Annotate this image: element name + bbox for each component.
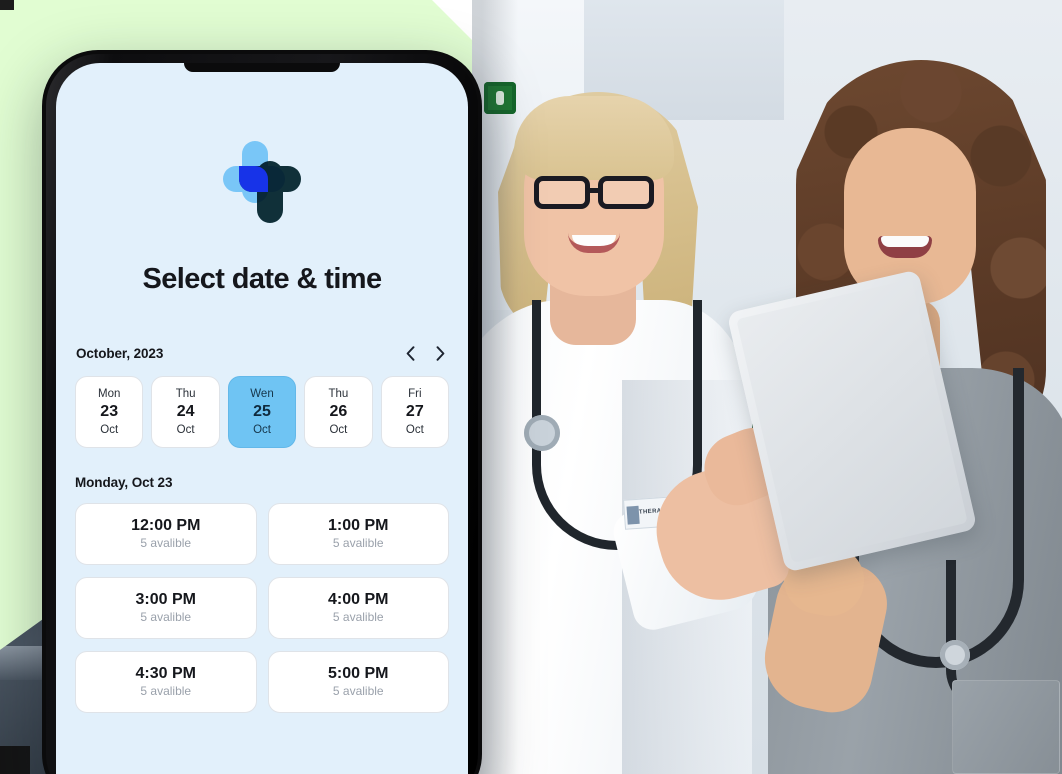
badge-photo — [626, 505, 640, 525]
date-card-weekday: Fri — [408, 388, 422, 401]
logo-container — [75, 141, 449, 223]
date-card-month: Oct — [329, 423, 348, 436]
date-card-month: Oct — [176, 423, 195, 436]
calendar-header: October, 2023 — [75, 344, 449, 362]
doctor-hair-front — [514, 96, 674, 180]
time-slot-availability: 5 avalible — [140, 684, 192, 699]
date-card-month: Oct — [100, 423, 119, 436]
time-slot-availability: 5 avalible — [332, 684, 384, 699]
time-slot-availability: 5 avalible — [332, 610, 384, 625]
date-card-weekday: Thu — [175, 388, 196, 401]
calendar-navigation — [402, 344, 448, 362]
time-slot-availability: 5 avalible — [140, 536, 192, 551]
nurse-pocket — [952, 680, 1060, 774]
phone-screen: Select date & time October, 2023 Mon 23 … — [56, 63, 468, 774]
time-slot[interactable]: 5:00 PM 5 avalible — [267, 651, 449, 713]
glasses-lens-left — [534, 176, 590, 209]
medical-cross-logo-icon — [223, 141, 301, 223]
date-card-day: 27 — [405, 403, 424, 421]
calendar-month-label: October, 2023 — [76, 345, 164, 361]
doctor-glasses-icon — [534, 176, 666, 210]
phone-mockup: Select date & time October, 2023 Mon 23 … — [42, 50, 482, 774]
logo-overlap-accent — [239, 166, 268, 192]
chevron-right-icon[interactable] — [432, 344, 448, 362]
time-slot[interactable]: 3:00 PM 5 avalible — [75, 577, 257, 639]
date-card[interactable]: Mon 23 Oct — [75, 376, 144, 448]
phone-notch — [184, 63, 340, 72]
page-title: Select date & time — [142, 263, 382, 295]
date-card-month: Oct — [253, 423, 271, 436]
time-slot-time: 4:00 PM — [328, 590, 389, 608]
hero-photo: THERAPIST — [472, 0, 1062, 774]
time-slot[interactable]: 1:00 PM 5 avalible — [267, 503, 449, 565]
date-card-weekday: Wen — [250, 388, 274, 401]
time-slot-availability: 5 avalible — [332, 536, 384, 551]
date-card-weekday: Thu — [328, 388, 349, 401]
date-card-day: 24 — [176, 403, 195, 421]
time-slot[interactable]: 4:00 PM 5 avalible — [267, 577, 449, 639]
date-card-day: 23 — [100, 403, 119, 421]
chevron-left-icon[interactable] — [402, 344, 418, 362]
glasses-bridge — [589, 188, 601, 193]
date-selector[interactable]: Mon 23 Oct Thu 24 Oct Wen 25 Oct Thu 26 Oct Fri 27 Oct — [75, 376, 450, 448]
date-card[interactable]: Thu 26 Oct — [304, 376, 373, 448]
date-card[interactable]: Fri 27 Oct — [380, 376, 450, 448]
time-slot-time: 3:00 PM — [135, 590, 196, 608]
background-topleft-black — [0, 0, 14, 10]
date-card-day: 26 — [329, 403, 348, 421]
glasses-lens-right — [598, 176, 654, 209]
date-card-day: 25 — [253, 403, 271, 421]
date-card-month: Oct — [405, 423, 424, 436]
selected-day-label: Monday, Oct 23 — [75, 475, 173, 490]
time-slot-time: 12:00 PM — [131, 516, 201, 534]
date-card-weekday: Mon — [98, 388, 121, 401]
screenshot-stage: THERAPIST Select date & time October, 20… — [0, 0, 1062, 774]
time-slot-grid[interactable]: 12:00 PM 5 avalible 1:00 PM 5 avalible 3:00 … — [75, 503, 449, 713]
time-slot-availability: 5 avalible — [140, 610, 192, 625]
time-slot-time: 1:00 PM — [328, 516, 389, 534]
background-corner-black — [0, 746, 30, 774]
time-slot[interactable]: 4:30 PM 5 avalible — [75, 651, 257, 713]
nurse-stethoscope-bell — [940, 640, 970, 670]
time-slot-time: 4:30 PM — [135, 664, 196, 682]
doctor-stethoscope-bell — [524, 415, 560, 451]
time-slot-time: 5:00 PM — [328, 664, 389, 682]
date-card[interactable]: Thu 24 Oct — [151, 376, 220, 448]
appointment-booking-screen: Select date & time October, 2023 Mon 23 … — [56, 63, 468, 774]
date-card[interactable]: Wen 25 Oct — [227, 376, 297, 448]
time-slot[interactable]: 12:00 PM 5 avalible — [75, 503, 257, 565]
photo-person-doctor: THERAPIST — [472, 0, 804, 774]
nurse-teeth — [881, 236, 929, 247]
